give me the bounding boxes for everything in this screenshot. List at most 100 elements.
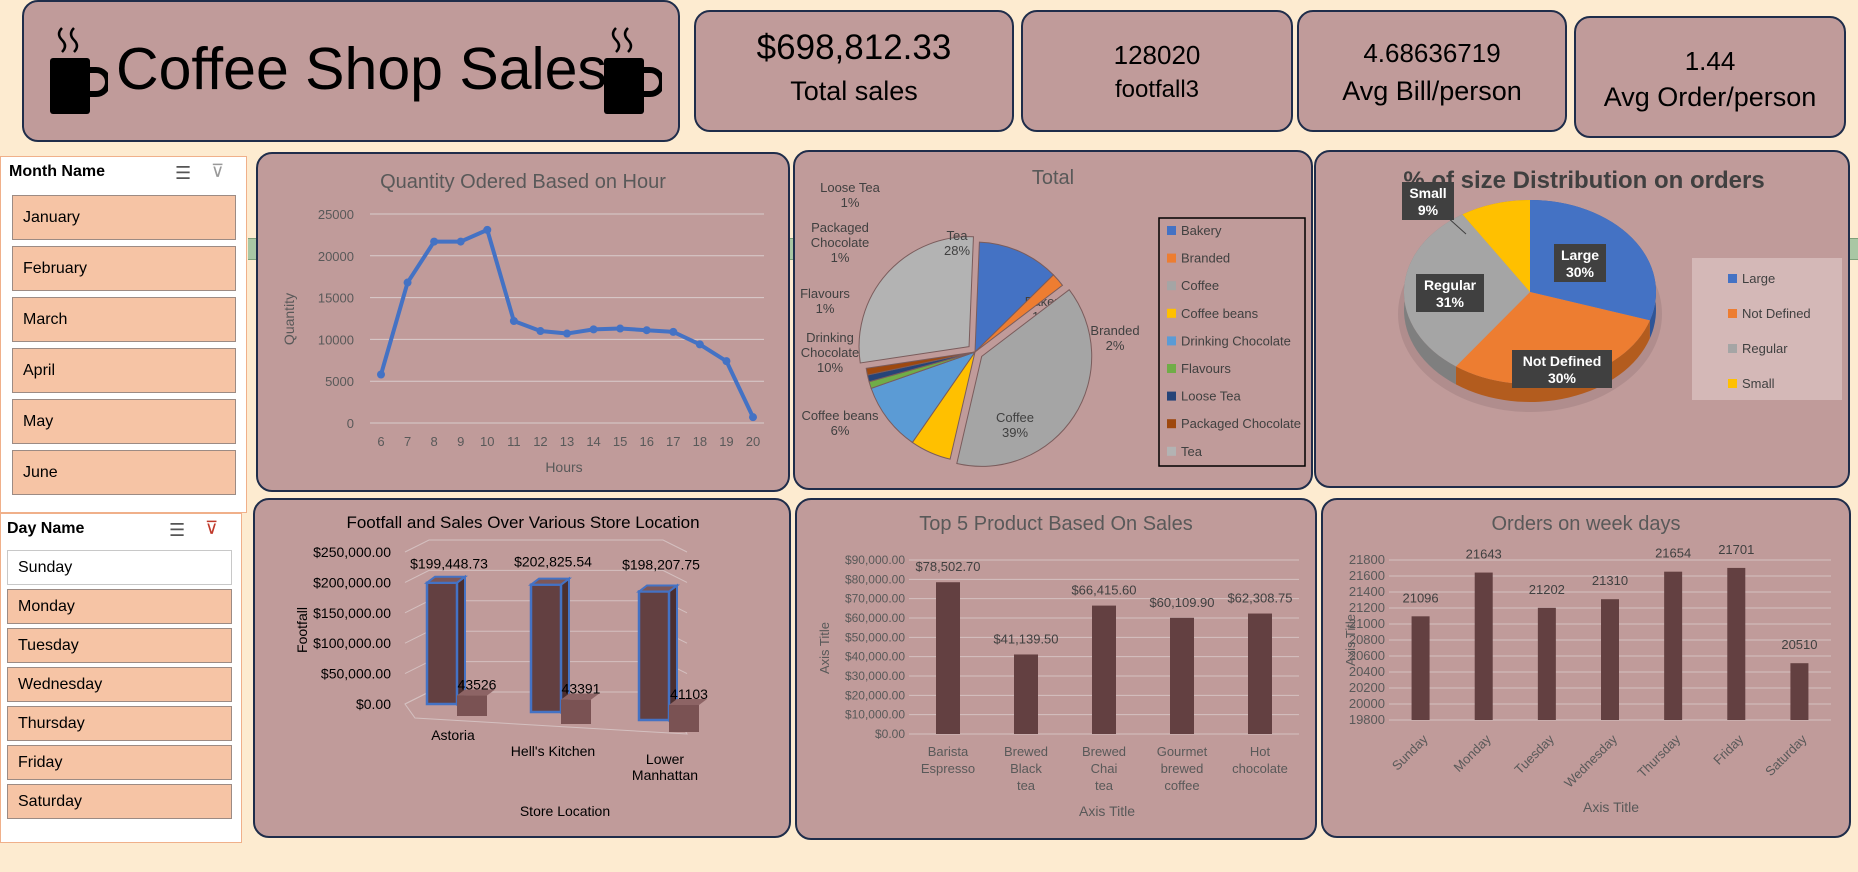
legend-swatch (1167, 391, 1176, 401)
x-tick-label: Espresso (921, 761, 975, 776)
data-point (695, 340, 704, 349)
y-tick-label: 0 (347, 416, 354, 431)
multi-select-icon[interactable]: ☰ (169, 520, 185, 541)
legend-label: Bakery (1181, 223, 1222, 238)
data-label: 31% (1436, 294, 1465, 310)
x-tick-label: 12 (533, 434, 547, 449)
avg-order-card: 1.44 Avg Order/person (1574, 16, 1846, 138)
x-tick-label: Monday (1451, 731, 1495, 775)
slicer-item-monday[interactable]: Monday (7, 589, 232, 624)
day-slicer-title: Day Name (7, 520, 85, 537)
slicer-item-sunday[interactable]: Sunday (7, 550, 232, 585)
y-axis-title: Axis Title (817, 622, 832, 674)
weekday-chart-panel: Orders on week days 19800 20000 20200 20400 2… (1321, 498, 1851, 838)
data-label: Packaged Chocolate 1% (811, 220, 870, 265)
data-point (536, 327, 545, 336)
weekday-bar (1790, 663, 1809, 720)
hourly-quantity-chart: Quantity Odered Based on Hour 0 5000 10000 1… (281, 171, 764, 475)
legend-label: Drinking Chocolate (1181, 333, 1291, 348)
weekday-bar (1537, 607, 1556, 720)
gridline (404, 539, 688, 553)
y-tick-label: $90,000.00 (845, 553, 905, 567)
month-slicer-title: Month Name (9, 163, 105, 180)
y-tick-label: 21400 (1349, 584, 1385, 599)
x-tick-label: chocolate (1232, 761, 1288, 776)
y-tick-label: 19800 (1349, 712, 1385, 727)
y-tick-label: $20,000.00 (845, 688, 905, 702)
data-point (377, 370, 385, 379)
x-tick-label: coffee (1164, 778, 1199, 793)
weekday-bar (1411, 616, 1430, 720)
slicer-item-wednesday[interactable]: Wednesday (7, 667, 232, 702)
x-tick-label: Chai (1091, 761, 1118, 776)
slicer-item-may[interactable]: May (12, 399, 236, 444)
slicer-item-april[interactable]: April (12, 348, 236, 393)
data-label: $66,415.60 (1071, 583, 1136, 598)
slicer-item-saturday[interactable]: Saturday (7, 784, 232, 819)
data-label: $41,139.50 (993, 631, 1058, 646)
legend-label: Packaged Chocolate (1181, 416, 1301, 431)
product-bar (936, 582, 960, 734)
chart-title: Quantity Odered Based on Hour (380, 171, 666, 193)
clear-filter-icon[interactable]: ⊽ (211, 161, 224, 182)
data-label: 21654 (1655, 546, 1691, 561)
slicer-item-thursday[interactable]: Thursday (7, 706, 232, 741)
month-slicer: Month Name ☰ ⊽ January February March April… (0, 156, 247, 513)
data-label: 30% (1548, 370, 1577, 386)
clear-filter-icon[interactable]: ⊽ (205, 518, 218, 539)
data-point (642, 326, 651, 335)
data-label: $78,502.70 (915, 559, 980, 574)
footfall-card: 128020 footfall3 (1021, 10, 1293, 132)
x-tick-label: 9 (457, 434, 464, 449)
avg-order-label: Avg Order/person (1603, 82, 1817, 112)
x-axis-title: Axis Title (1583, 799, 1639, 815)
x-axis-title: Axis Title (1079, 803, 1135, 819)
chart-title: Footfall and Sales Over Various Store Lo… (346, 513, 699, 532)
y-tick-label: $60,000.00 (845, 611, 905, 625)
y-tick-label: $200,000.00 (313, 574, 391, 590)
slicer-item-june[interactable]: June (12, 450, 236, 495)
weekday-bar (1727, 567, 1746, 720)
multi-select-icon[interactable]: ☰ (175, 163, 191, 184)
data-label: Flavours 1% (800, 286, 850, 316)
x-tick-label: Wednesday (1561, 731, 1620, 790)
chart-title: Total (1032, 167, 1074, 189)
legend-swatch (1167, 364, 1176, 373)
slicer-item-january[interactable]: January (12, 195, 236, 240)
y-tick-label: $0.00 (875, 727, 905, 741)
y-tick-label: $70,000.00 (845, 592, 905, 606)
x-tick-label: Gourmet (1157, 744, 1208, 759)
bar-top (528, 577, 572, 586)
title-panel: Coffee Shop Sales (22, 0, 680, 142)
data-label: $198,207.75 (622, 556, 700, 572)
sales-bar (425, 581, 459, 706)
data-label: $199,448.73 (410, 556, 488, 572)
product-bar (1092, 605, 1116, 734)
size-pie-chart: % of size Distribution on ordersLarge30%… (1398, 167, 1842, 412)
y-tick-label: $30,000.00 (845, 669, 905, 683)
legend-label: Tea (1181, 444, 1203, 459)
chart-title: % of size Distribution on orders (1403, 167, 1764, 194)
y-tick-label: 20200 (1349, 680, 1385, 695)
x-axis-title: Hours (545, 459, 582, 475)
slicer-item-march[interactable]: March (12, 297, 236, 342)
weekday-bar (1474, 572, 1493, 720)
legend-swatch (1167, 419, 1176, 429)
data-point (483, 225, 492, 234)
slicer-item-tuesday[interactable]: Tuesday (7, 628, 232, 663)
data-label: Coffee beans 6% (801, 408, 879, 438)
legend-swatch (1167, 336, 1176, 346)
slicer-item-february[interactable]: February (12, 246, 236, 291)
legend-swatch (1167, 253, 1176, 263)
legend-label: Not Defined (1742, 306, 1811, 321)
x-tick-label: Thursday (1634, 731, 1683, 780)
x-tick-label: 14 (586, 434, 600, 449)
data-label: Tea 28% (944, 228, 970, 258)
x-tick-label: Hell's Kitchen (511, 743, 595, 759)
chart-title: Top 5 Product Based On Sales (919, 513, 1193, 535)
category-pie-panel: TotalBakery12%Branded2%Coffee39%Coffee b… (793, 150, 1313, 490)
x-tick-label: Saturday (1762, 731, 1810, 779)
slicer-item-friday[interactable]: Friday (7, 745, 232, 780)
data-label: 30% (1566, 264, 1595, 280)
y-tick-label: $250,000.00 (313, 544, 391, 560)
